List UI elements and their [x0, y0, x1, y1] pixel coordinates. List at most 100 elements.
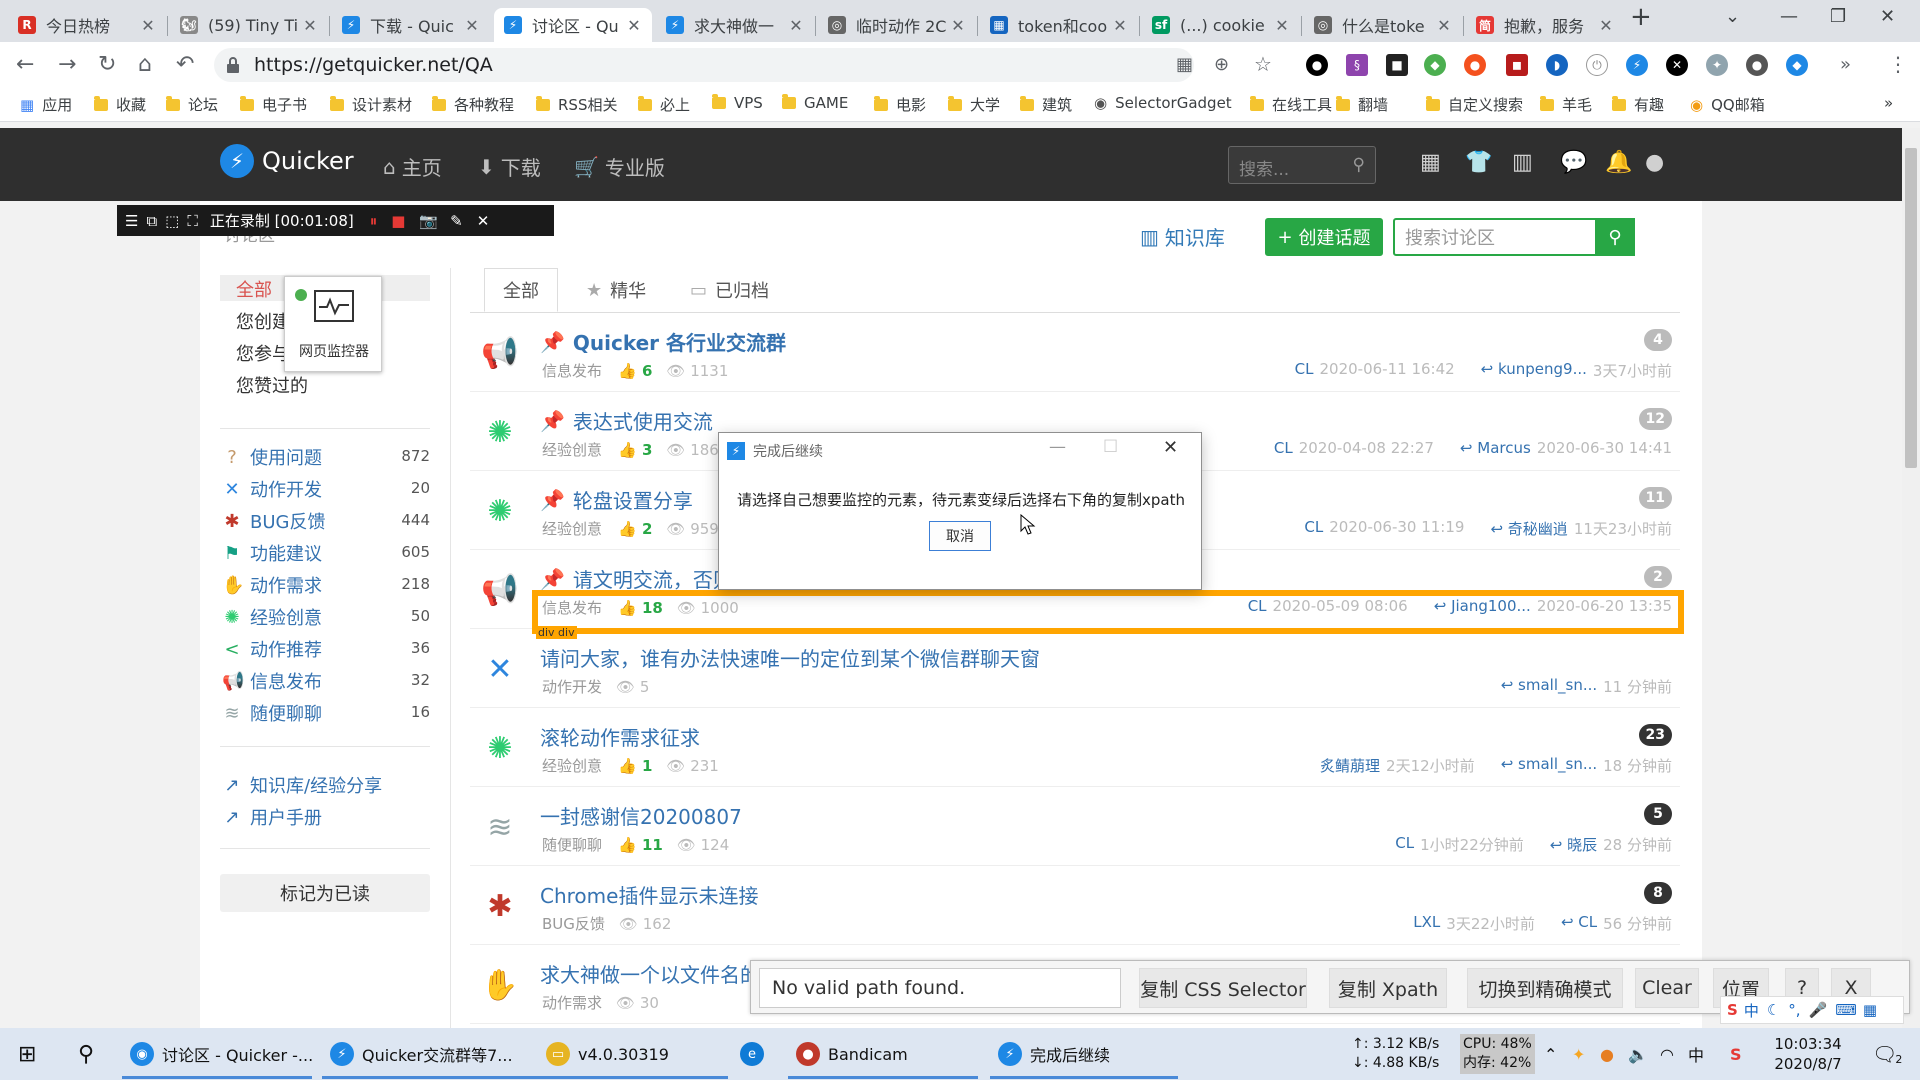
quicker-extension-icon[interactable]: ⚡ — [1626, 54, 1648, 76]
topic-title-text[interactable]: 求大神做一个以文件名的 — [540, 959, 760, 988]
tab-close-icon[interactable]: ✕ — [302, 16, 318, 35]
bookmark-item[interactable]: 设计素材 — [330, 94, 412, 115]
site-search-input[interactable]: 搜索... ⚲ — [1228, 146, 1376, 184]
knowledge-base-link[interactable]: ▥ 知识库 — [1140, 222, 1225, 251]
show-hidden-icons-icon[interactable]: ⌃ — [1544, 1034, 1557, 1074]
bookmark-item[interactable]: 翻墙 — [1336, 94, 1388, 115]
ime-mode[interactable]: 中 — [1744, 1000, 1759, 1021]
extension-icon[interactable]: ◆ — [1786, 54, 1808, 76]
reply-info[interactable]: ↩ CL — [1561, 913, 1597, 934]
extension-icon[interactable]: ◗ — [1546, 54, 1568, 76]
topic-title[interactable]: 求大神做一个以文件名的 — [540, 959, 760, 988]
bookmark-item[interactable]: 论坛 — [166, 94, 218, 115]
switch-precise-mode-button[interactable]: 切换到精确模式 — [1467, 968, 1623, 1008]
bookmark-item[interactable]: RSS相关 — [536, 94, 617, 115]
user-icon[interactable]: ● — [1645, 150, 1664, 175]
shirt-icon[interactable]: 👕 — [1465, 150, 1492, 175]
taskbar-app[interactable]: ◉ 讨论区 - Quicker -... — [130, 1034, 313, 1074]
sidebar-category[interactable]: 📢 信息发布 — [222, 668, 322, 694]
sidebar-filter[interactable]: 您赞过的 — [236, 372, 308, 398]
extensions-menu-icon[interactable]: » — [1840, 54, 1851, 75]
crop-icon[interactable]: ⛶ — [187, 212, 198, 230]
author-name[interactable]: CL — [1274, 439, 1293, 457]
topic-title[interactable]: 滚轮动作需求征求 — [540, 722, 700, 751]
scrollbar-thumb[interactable] — [1905, 148, 1917, 468]
topic-category[interactable]: 动作需求 — [542, 992, 602, 1013]
topic-title-text[interactable]: 一封感谢信20200807 — [540, 801, 742, 830]
clear-button[interactable]: Clear — [1635, 968, 1699, 1008]
menu-kebab-icon[interactable]: ⋮ — [1888, 52, 1908, 76]
moon-icon[interactable]: ☾ — [1767, 1001, 1780, 1019]
topic-row[interactable]: ≋ 一封感谢信20200807 随便聊聊 👍 11 👁 124 CL 1小时22分钟前 ↩ 晓… — [470, 787, 1680, 866]
sidebar-link[interactable]: ↗ 用户手册 — [222, 804, 322, 830]
home-icon[interactable]: ⌂ — [138, 52, 152, 77]
sidebar-category[interactable]: ✕ 动作开发 — [222, 476, 322, 502]
nav-home[interactable]: ⌂ 主页 — [383, 152, 442, 181]
browser-tab[interactable]: ▦ token和coo ✕ — [980, 8, 1138, 42]
copy-css-selector-button[interactable]: 复制 CSS Selector — [1139, 968, 1307, 1008]
back-icon[interactable]: ← — [16, 52, 34, 77]
sidebar-category[interactable]: ⚑ 功能建议 — [222, 540, 322, 566]
extension-icon[interactable]: ● — [1464, 54, 1486, 76]
reload-icon[interactable]: ↻ — [98, 52, 116, 77]
close-icon[interactable]: ✕ — [477, 212, 490, 230]
topic-category[interactable]: 信息发布 — [542, 360, 602, 381]
topic-title-text[interactable]: 请文明交流，否则 — [573, 564, 733, 593]
bookmark-item[interactable]: 必上 — [638, 94, 690, 115]
replier-name[interactable]: small_sn... — [1518, 676, 1597, 694]
topic-row[interactable]: ✱ Chrome插件显示未连接 BUG反馈 👁 162 LXL 3天22小时前 ↩ CL 56… — [470, 866, 1680, 945]
bookmark-item[interactable]: 建筑 — [1020, 94, 1072, 115]
sidebar-filter[interactable]: 您参与 — [236, 340, 290, 366]
stop-icon[interactable]: ■ — [391, 212, 405, 230]
bookmark-item[interactable]: ◉ QQ邮箱 — [1690, 94, 1765, 115]
topic-title[interactable]: 📌 轮盘设置分享 — [540, 485, 693, 514]
topic-row[interactable]: ✺ 滚轮动作需求征求 经验创意 👍 1 👁 231 炙鲭萠理 2天12小时前 ↩ small_… — [470, 708, 1680, 787]
chat-icon[interactable]: 💬 — [1560, 150, 1587, 175]
web-monitor-widget[interactable]: 网页监控器 — [284, 276, 382, 372]
browser-tab[interactable]: ⚡ 求大神做一 ✕ — [656, 8, 814, 42]
clock[interactable]: 10:03:34 2020/8/7 — [1768, 1034, 1848, 1074]
topic-row[interactable]: 📢 📌 Quicker 各行业交流群 信息发布 👍 6 👁 1131 CL 2020-06-1… — [470, 313, 1680, 392]
bookmark-item[interactable]: 羊毛 — [1540, 94, 1592, 115]
forward-icon[interactable]: → — [58, 52, 76, 77]
power-icon[interactable]: ⏻ — [1586, 54, 1608, 76]
tab-close-icon[interactable]: ✕ — [950, 16, 966, 35]
author-name[interactable]: CL — [1295, 360, 1314, 381]
tab-archived[interactable]: ▭ 已归档 — [672, 268, 787, 312]
topic-category[interactable]: 经验创意 — [542, 518, 602, 539]
browser-tab[interactable]: ◎ 什么是toke ✕ — [1304, 8, 1462, 42]
minimize-icon[interactable]: — — [1780, 6, 1798, 27]
bookmark-item[interactable]: 有趣 — [1612, 94, 1664, 115]
topic-title-text[interactable]: Chrome插件显示未连接 — [540, 880, 758, 909]
url-text[interactable]: https://getquicker.net/QA — [254, 54, 493, 76]
sidebar-category[interactable]: ? 使用问题 — [222, 444, 322, 470]
extension-icon[interactable]: § — [1346, 54, 1368, 76]
tab-close-icon[interactable]: ✕ — [1274, 16, 1290, 35]
menu-icon[interactable]: ☰ — [125, 212, 138, 230]
ime-toolbar[interactable]: S 中 ☾ °, 🎤 ⌨ ▦ — [1720, 996, 1904, 1024]
undo-close-icon[interactable]: ↶ — [176, 52, 194, 77]
topic-title-text[interactable]: 轮盘设置分享 — [573, 485, 693, 514]
replier-name[interactable]: small_sn... — [1518, 755, 1597, 773]
extension-icon[interactable]: ● — [1746, 54, 1768, 76]
topic-title[interactable]: 一封感谢信20200807 — [540, 801, 742, 830]
camera-icon[interactable]: 📷 — [419, 212, 438, 230]
topic-category[interactable]: 随便聊聊 — [542, 834, 602, 855]
ime-indicator[interactable]: 中 — [1688, 1034, 1704, 1074]
sidebar-category[interactable]: ≋ 随便聊聊 — [222, 700, 322, 726]
topic-category[interactable]: 经验创意 — [542, 439, 602, 460]
topic-title[interactable]: 📌 请文明交流，否则 — [540, 564, 733, 593]
topic-title[interactable]: 📌 Quicker 各行业交流群 — [540, 327, 786, 356]
tab-close-icon[interactable]: ✕ — [1436, 16, 1452, 35]
extension-icon[interactable]: ◼ — [1506, 54, 1528, 76]
pen-icon[interactable]: ✎ — [450, 212, 463, 230]
volume-icon[interactable]: 🔈 — [1628, 1034, 1648, 1074]
new-tab-button[interactable]: + — [1630, 2, 1652, 32]
extension-icon[interactable]: ✦ — [1706, 54, 1728, 76]
apps-icon[interactable]: ▦ — [1863, 1001, 1877, 1019]
browser-tab[interactable]: ⚡ 下载 - Quic ✕ — [332, 8, 490, 42]
author-name[interactable]: LXL — [1413, 913, 1440, 934]
tab-close-icon[interactable]: ✕ — [464, 16, 480, 35]
bell-icon[interactable]: 🔔 — [1605, 150, 1632, 175]
topic-title-text[interactable]: Quicker 各行业交流群 — [573, 327, 786, 356]
